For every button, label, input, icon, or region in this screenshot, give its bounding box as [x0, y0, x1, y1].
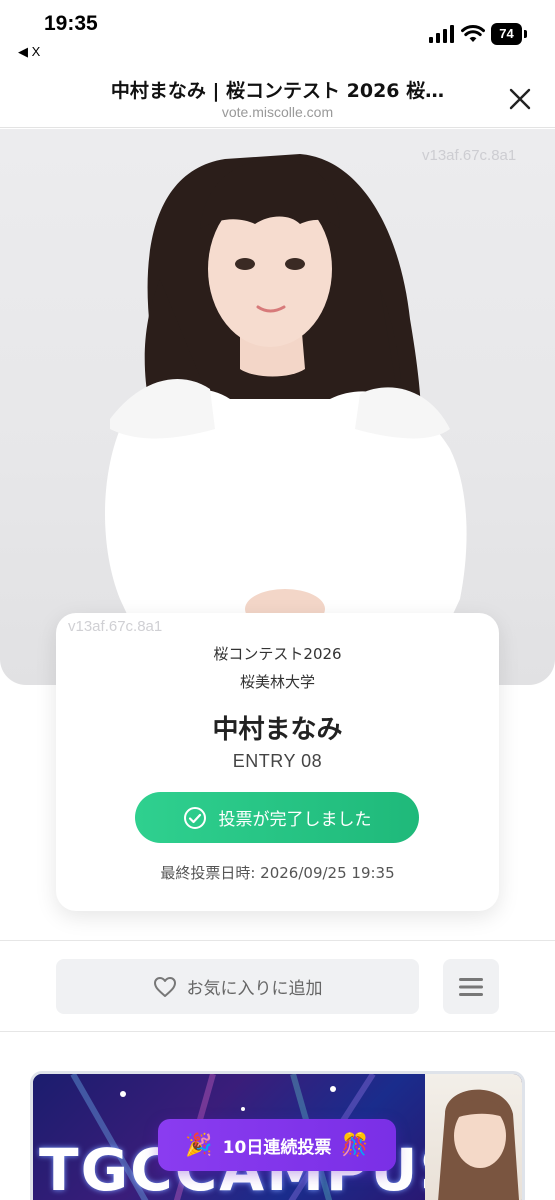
wifi-icon — [461, 25, 485, 42]
candidate-photo: v13af.67c.8a1 — [0, 129, 555, 685]
back-to-app-link[interactable]: ◀ X — [18, 44, 40, 60]
party-popper-icon: 🎉 — [185, 1132, 213, 1158]
candidate-name: 中村まなみ — [212, 715, 343, 745]
party-balls-icon: 🎊 — [341, 1132, 369, 1158]
page-url: vote.miscolle.com — [221, 104, 334, 120]
battery-icon: 74 — [491, 23, 527, 45]
page-title: 中村まなみ | 桜コンテスト 2026 桜… — [110, 80, 445, 102]
divider — [0, 940, 555, 941]
entry-number: ENTRY 08 — [232, 751, 323, 771]
add-favorite-label: お気に入りに追加 — [186, 979, 323, 999]
signal-icon — [429, 25, 454, 43]
contest-name: 桜コンテスト2026 — [213, 645, 342, 663]
watermark: v13af.67c.8a1 — [422, 147, 517, 164]
banner-model-photo — [425, 1074, 522, 1200]
close-icon[interactable] — [503, 82, 537, 116]
add-favorite-button[interactable]: お気に入りに追加 — [56, 959, 419, 1014]
status-time: 19:35 — [44, 12, 98, 35]
browser-header: 中村まなみ | 桜コンテスト 2026 桜… vote.miscolle.com — [0, 62, 555, 128]
university-name: 桜美林大学 — [239, 673, 315, 691]
divider — [0, 1031, 555, 1032]
vote-completed-button[interactable]: 投票が完了しました — [135, 792, 419, 843]
check-circle-icon — [183, 806, 206, 829]
status-bar: 19:35 74 — [0, 0, 555, 45]
menu-button[interactable] — [443, 959, 499, 1014]
model-illustration — [438, 1089, 520, 1200]
vote-status-label: 投票が完了しました — [218, 810, 372, 830]
portrait-illustration — [105, 154, 467, 685]
battery-level: 74 — [491, 23, 522, 45]
heart-icon — [153, 976, 176, 997]
profile-card: v13af.67c.8a1 桜コンテスト2026 桜美林大学 中村まなみ ENT… — [56, 613, 499, 911]
streak-vote-badge[interactable]: 🎉 10日連続投票 🎊 — [158, 1119, 396, 1171]
watermark: v13af.67c.8a1 — [68, 618, 163, 635]
last-vote-time: 最終投票日時: 2026/09/25 19:35 — [160, 864, 395, 882]
menu-icon — [459, 977, 483, 996]
streak-label: 10日連続投票 — [222, 1137, 332, 1158]
